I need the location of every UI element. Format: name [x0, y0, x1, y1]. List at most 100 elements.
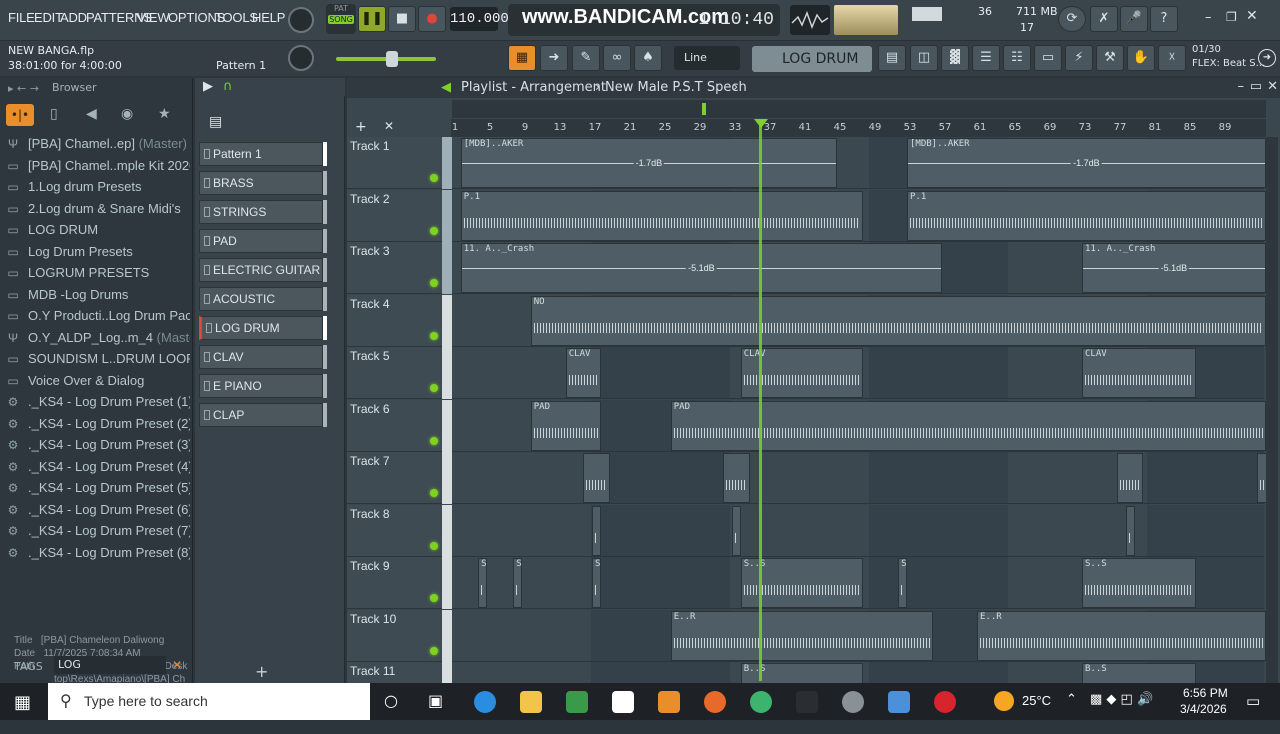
playlist-clip[interactable]: 11. A.._Crash -5.1dB — [1082, 243, 1266, 293]
channel-select-bar[interactable] — [323, 316, 327, 340]
horizontal-scrollbar[interactable] — [452, 100, 1266, 118]
channel-item[interactable]: E PIANO — [199, 374, 323, 398]
notifications-icon[interactable]: ▭ — [1246, 692, 1260, 710]
restore-button[interactable]: ❐ — [1226, 10, 1237, 24]
track-lane[interactable]: [MDB]..AKER -1.7dB [MDB]..AKER -1.7dB — [452, 137, 1266, 189]
clock-date[interactable]: 3/4/2026 — [1180, 702, 1227, 716]
browser-item[interactable]: ⚙ ._KS4 - Log Drum Preset (5) — [6, 478, 190, 498]
playlist-clip[interactable]: S..S — [898, 558, 907, 608]
browser-item[interactable]: ⚙ ._KS4 - Log Drum Preset (4) — [6, 457, 190, 477]
playlist-clip[interactable]: NO — [530, 295, 1266, 346]
browser-item[interactable]: ▭ Voice Over & Dialog — [6, 371, 190, 391]
playhead[interactable] — [759, 119, 762, 681]
sliders-icon[interactable]: ☰ — [972, 45, 1000, 71]
track-mute-led[interactable] — [430, 489, 438, 497]
track-lane[interactable]: P.1 P.1 — [452, 189, 1266, 242]
track-header[interactable]: Track 10 — [347, 609, 442, 662]
pencil-icon[interactable]: ✎ — [572, 45, 600, 71]
channel-item[interactable]: STRINGS — [199, 200, 323, 224]
tray-chevron-icon[interactable]: ⌃ — [1066, 692, 1077, 707]
channel-select-bar[interactable] — [323, 200, 327, 224]
piano-roll-icon[interactable]: ◫ — [910, 45, 938, 71]
browser-item[interactable]: ▭ MDB -Log Drums — [6, 285, 190, 305]
minimize-playlist-button[interactable]: – — [1238, 79, 1245, 94]
media-icon[interactable] — [888, 691, 910, 713]
hint-arrow-icon[interactable]: ➜ — [1258, 49, 1276, 67]
channel-select-bar[interactable] — [323, 229, 327, 253]
tempo-display[interactable]: 110.000 — [450, 7, 509, 31]
chrome-icon[interactable] — [750, 691, 772, 713]
browser-item[interactable]: ▭ LOGRUM PRESETS — [6, 263, 190, 283]
track-lane[interactable]: NO — [452, 294, 1266, 347]
track-lane[interactable]: E..R E..R — [452, 609, 1266, 662]
track-header[interactable]: Track 2 — [347, 189, 442, 242]
track-header[interactable]: Track 1 — [347, 137, 442, 189]
playlist-clip[interactable]: E..R — [977, 610, 1266, 661]
channel-item[interactable]: ACOUSTIC — [199, 287, 323, 311]
track-lane[interactable] — [452, 504, 1275, 557]
app-icon[interactable] — [796, 691, 818, 713]
playlist-icon[interactable]: ▦ — [508, 45, 536, 71]
tray-icons[interactable]: ▩ ◆ ◰ 🔊 — [1090, 692, 1153, 707]
record-button[interactable]: ● — [418, 6, 446, 32]
channel-select-bar[interactable] — [323, 403, 327, 427]
close-button[interactable]: ✕ — [1246, 8, 1258, 24]
link-icon[interactable]: ∞ — [603, 45, 631, 71]
stamp-icon[interactable]: ♠ — [634, 45, 662, 71]
playlist-clip[interactable] — [592, 505, 601, 556]
menu-file[interactable]: FILE — [8, 10, 35, 25]
timeline-ruler[interactable]: 1 5 9 13 17 21 25 29 33 37 41 45 49 53 57 61 65 69 73 77 81 8… — [451, 119, 1266, 137]
menu-help[interactable]: HELP — [252, 10, 285, 25]
cortana-icon[interactable]: ○ — [384, 691, 398, 710]
browser-item[interactable]: ⚙ ._KS4 - Log Drum Preset (2) — [6, 414, 190, 434]
track-mute-led[interactable] — [430, 541, 438, 550]
channel-select-bar[interactable] — [323, 171, 327, 195]
channel-item[interactable]: BRASS — [199, 171, 323, 195]
track-mute-led[interactable] — [430, 436, 438, 445]
channel-item[interactable]: Pattern 1 — [199, 142, 323, 166]
clear-tags-icon[interactable]: ✕ — [172, 658, 182, 672]
pat-song-switch[interactable]: PAT SONG — [326, 4, 356, 34]
track-mute-led[interactable] — [430, 384, 438, 392]
edge-icon[interactable] — [474, 691, 496, 713]
piano-icon[interactable]: ▤ — [209, 114, 222, 130]
track-mute-led[interactable] — [430, 646, 438, 655]
playlist-clip[interactable]: E..R — [670, 610, 934, 661]
browser-item[interactable]: Ψ [PBA] Chamel..ep] (Master) — [6, 134, 190, 154]
playlist-clip[interactable]: PAD — [530, 400, 601, 451]
speaker-icon[interactable]: ◀ — [86, 106, 97, 122]
tags-input[interactable]: LOG — [54, 656, 166, 674]
pattern-play-icon[interactable]: ◀ — [441, 80, 451, 95]
file-icon[interactable]: ▯ — [50, 106, 58, 122]
browser-item[interactable]: ▭ 1.Log drum Presets — [6, 177, 190, 197]
playlist-pattern-name[interactable]: New Male P.S.T Spech — [605, 80, 747, 95]
track-mute-led[interactable] — [430, 331, 438, 340]
play-icon[interactable]: ▶ — [203, 79, 213, 94]
browser-item[interactable]: ⚙ ._KS4 - Log Drum Preset (3) — [6, 435, 190, 455]
channel-select-bar[interactable] — [323, 374, 327, 398]
master-volume-knob[interactable] — [288, 7, 314, 33]
maximize-playlist-button[interactable]: ▭ — [1250, 79, 1262, 94]
task-view-icon[interactable]: ▣ — [428, 691, 443, 710]
channel-item[interactable]: LOG DRUM — [199, 316, 323, 340]
firefox-icon[interactable] — [704, 691, 726, 713]
track-header[interactable]: Track 3 — [347, 242, 442, 294]
browser-collapse-icon[interactable]: ▸ ← → — [8, 82, 39, 95]
menu-edit[interactable]: EDIT — [34, 10, 63, 25]
network-icon[interactable]: ☷ — [1003, 45, 1031, 71]
add-track-button[interactable]: + — [355, 119, 367, 135]
windows-start-icon[interactable]: ▦ — [14, 692, 31, 713]
pause-button[interactable]: ❚❚ — [358, 6, 386, 32]
vertical-scrollbar[interactable] — [1266, 137, 1278, 683]
browser-item[interactable]: ▭ Log Drum Presets — [6, 242, 190, 262]
track-header[interactable]: Track 6 — [347, 399, 442, 452]
playlist-clip[interactable]: S..S — [478, 558, 487, 608]
track-header[interactable]: Track 8 — [347, 504, 442, 557]
document-icon[interactable]: ▭ — [1034, 45, 1062, 71]
track-mute-led[interactable] — [430, 279, 438, 287]
playlist-clip[interactable] — [732, 505, 741, 556]
clock-time[interactable]: 6:56 PM — [1183, 686, 1228, 700]
channel-item[interactable]: CLAP — [199, 403, 323, 427]
cart-icon[interactable]: ☓ — [1158, 45, 1186, 71]
globe-icon[interactable]: ◉ — [121, 106, 133, 122]
